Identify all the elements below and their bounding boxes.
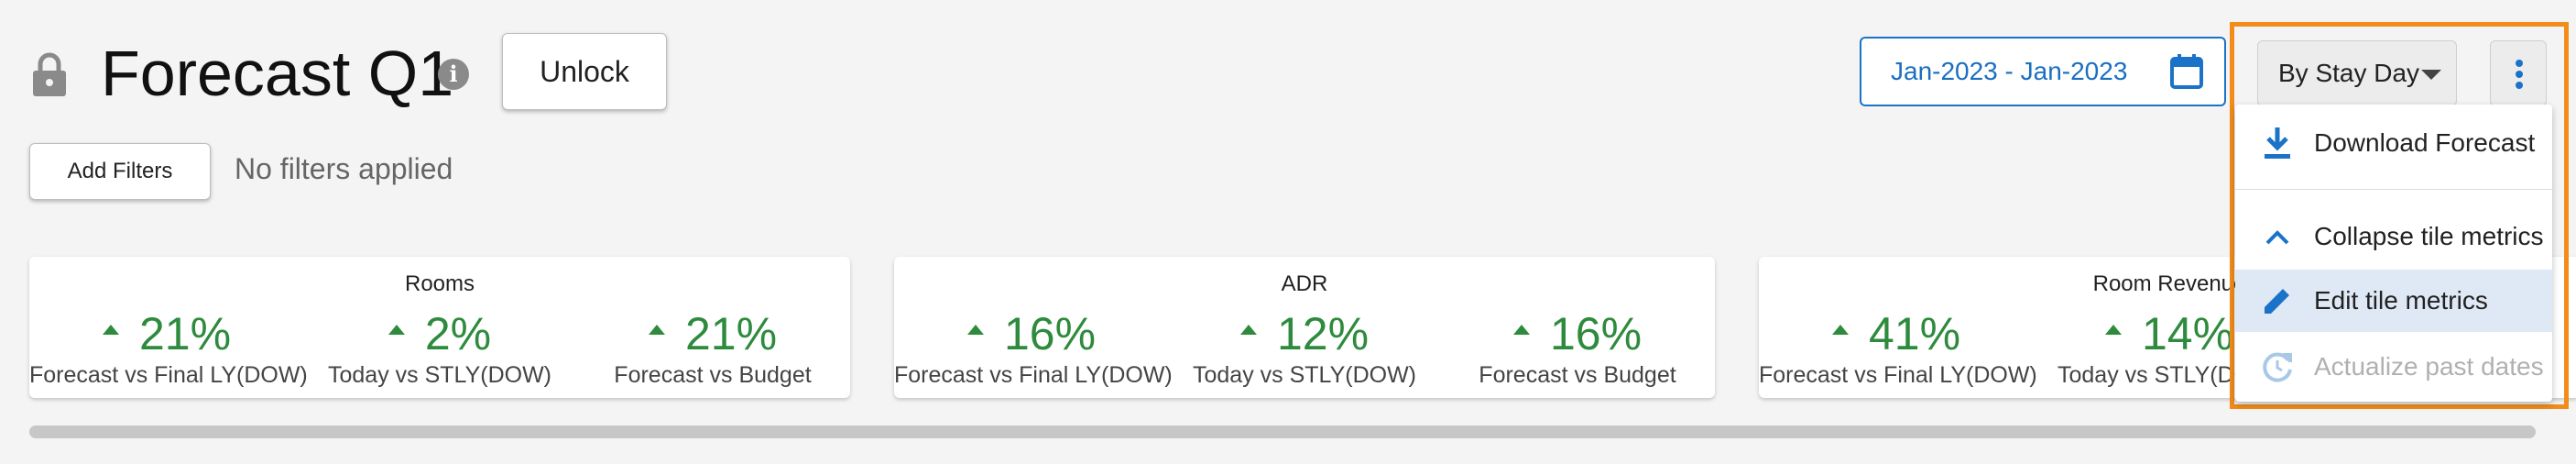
menu-item-collapse-tile-metrics[interactable]: Collapse tile metrics [2235,205,2552,268]
metric-tile-adr: ADR 16% Forecast vs Final LY(DOW) 12% To… [894,257,1715,398]
metric-value: 21% [138,308,232,359]
add-filters-button[interactable]: Add Filters [29,143,211,200]
metric-label: Forecast vs Budget [1479,362,1676,388]
date-range-picker[interactable]: Jan-2023 - Jan-2023 [1860,37,2226,106]
metric-value: 21% [684,308,778,359]
refresh-icon [2259,348,2296,385]
arrow-up-icon [2104,325,2122,336]
download-icon [2259,125,2296,161]
arrow-up-icon [648,325,665,336]
metric-tile-rooms: Rooms 21% Forecast vs Final LY(DOW) 2% T… [29,257,850,398]
metric-label: Forecast vs Final LY(DOW) [894,362,1173,388]
metric: 2% Today vs STLY(DOW) [302,306,577,389]
metric-label: Today vs STLY(DOW) [327,362,552,388]
lock-icon [33,52,66,96]
arrow-up-icon [966,325,984,336]
menu-divider [2235,189,2552,190]
arrow-up-icon [102,325,119,336]
tile-title: Rooms [404,271,475,296]
date-range-value: Jan-2023 - Jan-2023 [1891,57,2128,85]
metric: 16% Forecast vs Final LY(DOW) [894,306,1173,389]
horizontal-scrollbar[interactable] [29,425,2536,438]
metric: 21% Forecast vs Budget [575,306,850,389]
metric-value: 2% [424,308,492,359]
menu-item-edit-tile-metrics[interactable]: Edit tile metrics [2235,270,2552,332]
metric-label: Forecast vs Budget [614,362,812,388]
menu-item-download-forecast[interactable]: Download Forecast [2235,112,2552,174]
pencil-icon [2259,282,2296,319]
metric-value: 16% [1003,308,1097,359]
metric: 21% Forecast vs Final LY(DOW) [29,306,308,389]
metric-label: Today vs STLY(DOW) [1192,362,1417,388]
chevron-up-icon [2259,218,2296,255]
tile-title: ADR [1281,271,1328,296]
menu-item-label: Collapse tile metrics [2314,222,2544,250]
metric-value: 12% [1276,308,1370,359]
arrow-up-icon [1512,325,1530,336]
menu-item-label: Download Forecast [2314,128,2536,157]
metric: 41% Forecast vs Final LY(DOW) [1759,306,2037,389]
metric: 12% Today vs STLY(DOW) [1167,306,1442,389]
arrow-up-icon [1239,325,1257,336]
more-options-menu: Download Forecast Collapse tile metrics … [2235,105,2552,402]
metric-value: 14% [2141,308,2234,359]
filters-status: No filters applied [235,152,453,185]
menu-item-label: Edit tile metrics [2314,286,2488,315]
menu-item-actualize-past-dates: Actualize past dates [2235,336,2552,398]
menu-item-label: Actualize past dates [2314,352,2544,381]
metric-label: Forecast vs Final LY(DOW) [1759,362,2037,388]
arrow-up-icon [1831,325,1849,336]
page-title: Forecast Q1 [101,38,454,109]
info-icon[interactable]: i [438,59,469,90]
metric-value: 41% [1868,308,1961,359]
arrow-up-icon [387,325,405,336]
metric-label: Forecast vs Final LY(DOW) [29,362,308,388]
metric: 16% Forecast vs Budget [1440,306,1715,389]
metric-value: 16% [1549,308,1643,359]
unlock-button[interactable]: Unlock [502,33,667,110]
calendar-icon[interactable] [2169,53,2204,90]
